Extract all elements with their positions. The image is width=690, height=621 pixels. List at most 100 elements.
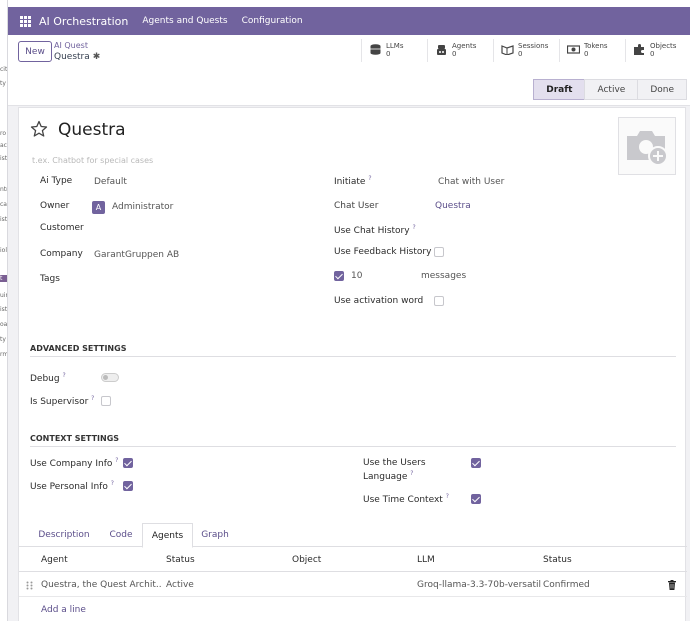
cell-status-2[interactable]: Confirmed bbox=[543, 580, 590, 590]
app-name[interactable]: AI Orchestration bbox=[39, 15, 128, 28]
stat-label: Agents bbox=[452, 42, 477, 50]
help-icon[interactable]: ? bbox=[446, 493, 449, 500]
help-icon[interactable]: ? bbox=[368, 175, 371, 182]
money-icon bbox=[567, 45, 580, 54]
advanced-settings-heading: ADVANCED SETTINGS bbox=[30, 344, 676, 357]
subtitle-input[interactable]: t.ex. Chatbot for special cases bbox=[32, 156, 153, 165]
menu-configuration[interactable]: Configuration bbox=[242, 16, 303, 26]
stat-label: Objects bbox=[650, 42, 677, 50]
table-header: Agent Status Object LLM Status bbox=[19, 548, 687, 572]
initiate-field[interactable]: Chat with User bbox=[438, 177, 504, 187]
stage-draft[interactable]: Draft bbox=[533, 79, 586, 100]
tags-label: Tags bbox=[40, 274, 60, 284]
avatar: A bbox=[92, 201, 105, 214]
use-activation-word-label: Use activation word bbox=[334, 296, 424, 306]
smart-buttons: LLMs 0 Agents 0 Sessions 0 Tokens 0 Objects 0 bbox=[361, 39, 685, 62]
llms-smart-button[interactable]: LLMs 0 bbox=[361, 39, 427, 62]
stat-label: Tokens bbox=[584, 42, 608, 50]
ai-type-field[interactable]: Default bbox=[94, 177, 127, 187]
stage-done[interactable]: Done bbox=[637, 79, 687, 100]
strip-text: t bbox=[0, 275, 7, 282]
strip-text: cas bbox=[0, 201, 7, 208]
objects-smart-button[interactable]: Objects 0 bbox=[625, 39, 685, 62]
owner-label: Owner bbox=[40, 201, 70, 211]
stat-label: Sessions bbox=[518, 42, 549, 50]
use-activation-word-checkbox[interactable] bbox=[434, 296, 444, 306]
debug-label-text: Debug bbox=[30, 374, 60, 384]
add-a-line-link[interactable]: Add a line bbox=[41, 605, 86, 615]
column-header-llm[interactable]: LLM bbox=[417, 555, 435, 565]
tab-agents[interactable]: Agents bbox=[142, 523, 193, 548]
use-company-info-label: Use Company Info ? bbox=[30, 457, 118, 469]
customer-field[interactable] bbox=[94, 222, 294, 236]
gear-icon[interactable]: ✱ bbox=[93, 52, 101, 62]
use-users-language-label-line1: Use the Users bbox=[363, 458, 426, 468]
record-title[interactable]: Questra bbox=[58, 120, 126, 140]
form-sheet: Questra t.ex. Chatbot for special cases … bbox=[18, 107, 687, 621]
company-field[interactable]: GarantGruppen AB bbox=[94, 250, 179, 260]
debug-toggle[interactable] bbox=[101, 373, 119, 382]
star-icon[interactable] bbox=[30, 120, 48, 138]
breadcrumb-parent[interactable]: AI Quest bbox=[54, 41, 88, 50]
stat-value: 0 bbox=[650, 50, 655, 58]
menu-agents-and-quests[interactable]: Agents and Quests bbox=[142, 16, 227, 26]
tab-code[interactable]: Code bbox=[99, 523, 143, 547]
stage-active[interactable]: Active bbox=[584, 79, 639, 100]
agents-smart-button[interactable]: Agents 0 bbox=[427, 39, 493, 62]
trash-icon[interactable] bbox=[668, 580, 676, 590]
strip-text: ntr bbox=[0, 186, 8, 193]
use-company-info-label-text: Use Company Info bbox=[30, 459, 113, 469]
help-icon[interactable]: ? bbox=[91, 395, 94, 402]
image-upload[interactable] bbox=[618, 117, 676, 175]
chat-user-field[interactable]: Questra bbox=[435, 201, 471, 211]
use-feedback-history-checkbox[interactable] bbox=[434, 247, 444, 257]
strip-text: uir bbox=[0, 292, 8, 299]
use-chat-history-checkbox[interactable] bbox=[334, 271, 344, 281]
history-count-field[interactable]: 10 bbox=[351, 271, 362, 281]
tags-field[interactable] bbox=[94, 273, 294, 287]
help-icon[interactable]: ? bbox=[111, 480, 114, 487]
use-personal-info-label: Use Personal Info ? bbox=[30, 480, 114, 492]
use-users-language-label-text: Language bbox=[363, 472, 408, 482]
stat-value: 0 bbox=[386, 50, 391, 58]
tokens-smart-button[interactable]: Tokens 0 bbox=[559, 39, 625, 62]
sessions-icon bbox=[501, 45, 514, 55]
help-icon[interactable]: ? bbox=[410, 470, 413, 477]
apps-grid-icon[interactable] bbox=[20, 15, 31, 27]
notebook-tabs: Description Code Agents Graph bbox=[19, 523, 687, 548]
new-button[interactable]: New bbox=[18, 41, 52, 62]
use-chat-history-label: Use Chat History ? bbox=[334, 224, 416, 236]
drag-handle-icon[interactable] bbox=[26, 581, 33, 590]
context-settings-heading: CONTEXT SETTINGS bbox=[30, 434, 676, 447]
tab-description[interactable]: Description bbox=[31, 523, 97, 547]
strip-text: ro bbox=[0, 130, 7, 137]
column-header-agent[interactable]: Agent bbox=[41, 555, 68, 565]
use-company-info-checkbox[interactable] bbox=[123, 458, 133, 468]
is-supervisor-checkbox[interactable] bbox=[101, 396, 111, 406]
column-header-status-2[interactable]: Status bbox=[543, 555, 572, 565]
table-row[interactable]: Questra, the Quest Archit... Active Groq… bbox=[19, 573, 687, 597]
strip-text: cit bbox=[0, 66, 8, 73]
stat-value: 0 bbox=[452, 50, 457, 58]
help-icon[interactable]: ? bbox=[115, 457, 118, 464]
strip-text: iol bbox=[0, 247, 8, 254]
help-icon[interactable]: ? bbox=[62, 372, 65, 379]
column-header-status[interactable]: Status bbox=[166, 555, 195, 565]
owner-field[interactable]: Administrator bbox=[112, 202, 173, 212]
use-personal-info-checkbox[interactable] bbox=[123, 481, 133, 491]
column-header-object[interactable]: Object bbox=[292, 555, 321, 565]
cell-llm[interactable]: Groq-llama-3.3-70b-versatile bbox=[417, 580, 541, 590]
agent-icon bbox=[437, 45, 446, 55]
breadcrumb-current-label: Questra bbox=[54, 52, 90, 62]
strip-text: ist bbox=[0, 155, 8, 162]
cell-agent[interactable]: Questra, the Quest Archit... bbox=[41, 580, 161, 590]
use-feedback-history-label: Use Feedback History bbox=[334, 247, 432, 257]
help-icon[interactable]: ? bbox=[412, 224, 415, 231]
use-users-language-checkbox[interactable] bbox=[471, 458, 481, 468]
use-chat-history-label-text: Use Chat History bbox=[334, 226, 410, 236]
cell-status[interactable]: Active bbox=[166, 580, 194, 590]
use-time-context-checkbox[interactable] bbox=[471, 494, 481, 504]
sessions-smart-button[interactable]: Sessions 0 bbox=[493, 39, 559, 62]
tab-graph[interactable]: Graph bbox=[195, 523, 235, 547]
strip-text: ac bbox=[0, 142, 7, 149]
